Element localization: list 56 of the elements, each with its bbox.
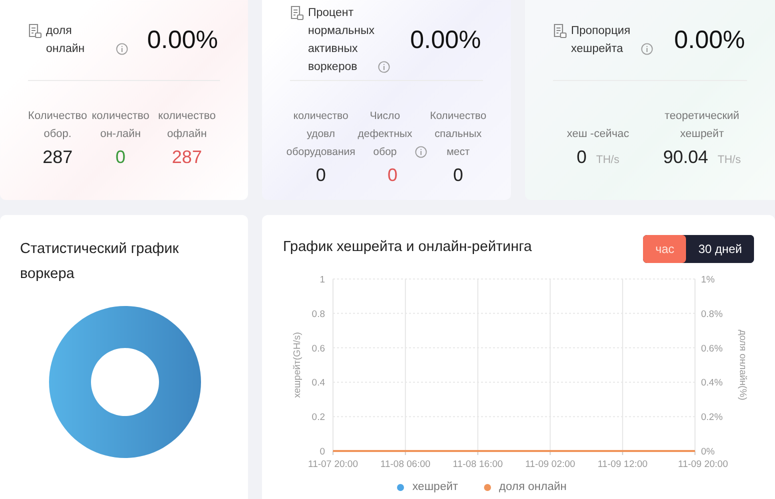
axis-tick-label: 1% (701, 274, 715, 286)
axis-tick-label: 0.6 (312, 343, 325, 354)
axis-tick-label: 11-09 20:00 (678, 459, 728, 470)
axis-title: хешрейт(GH/s) (292, 332, 303, 398)
axis-tick-label: 0.2% (701, 412, 723, 424)
stat-label: количество офлайн (157, 109, 217, 142)
chart-title: График хешрейта и онлайн-рейтинга (283, 238, 532, 257)
stat-label: количество он-лайн (90, 109, 150, 142)
document-icon (28, 23, 42, 39)
axis-tick-label: 11-09 12:00 (598, 459, 648, 470)
chart-title: Статистический график воркера (20, 240, 180, 284)
stat-label: теоретический хешрейт (664, 109, 740, 142)
legend-label[interactable]: хешрейт (412, 481, 458, 493)
axis-tick-label: 1 (320, 274, 325, 286)
axis-tick-label: 11-08 06:00 (380, 459, 430, 470)
axis-tick-label: 0 (320, 446, 325, 458)
axis-tick-label: 0.6% (701, 343, 723, 354)
info-icon[interactable] (415, 146, 428, 158)
axis-title: доля онлайн(%) (737, 330, 748, 400)
axis-tick-label: 0% (701, 446, 715, 458)
stat-value: 0 (576, 147, 587, 167)
axis-tick-label: 0.4 (312, 378, 325, 389)
axis-tick-label: 0.2 (312, 412, 325, 424)
stat-label: хеш -сейчас (566, 127, 630, 142)
axis-tick-label: 11-09 02:00 (525, 459, 576, 470)
stat-label: Число дефектных обор (358, 109, 412, 160)
stat-value: 287 (172, 147, 202, 167)
percentage-value: 0.00% (674, 26, 746, 54)
legend-label[interactable]: доля онлайн (499, 481, 567, 493)
axis-tick-label: 11-07 20:00 (308, 459, 358, 470)
unit-label: TH/s (596, 154, 620, 166)
card-title: доля онлайн (46, 24, 86, 57)
document-icon (553, 23, 567, 39)
info-icon[interactable] (378, 61, 390, 73)
info-icon[interactable] (116, 43, 128, 55)
axis-tick-label: 0.8 (312, 308, 325, 320)
axis-tick-label: 0.8% (701, 308, 723, 320)
info-icon[interactable] (641, 43, 653, 55)
stat-label: Количество обор. (28, 109, 88, 142)
percentage-value: 0.00% (147, 26, 219, 54)
stat-label: Количество спальных мест (428, 109, 488, 160)
card-title: Пропорция хешрейта (571, 24, 632, 57)
document-icon (290, 5, 304, 21)
stat-value: 0 (388, 165, 398, 185)
stat-value: 0 (453, 165, 464, 185)
period-tab[interactable]: час (643, 235, 686, 263)
stat-value: 287 (42, 147, 73, 167)
unit-label: TH/s (718, 154, 741, 166)
axis-tick-label: 11-08 16:00 (452, 459, 503, 470)
stat-label: количество удовл оборудования (285, 109, 356, 160)
percentage-value: 0.00% (410, 26, 482, 54)
stat-value: 0 (316, 165, 326, 185)
stat-value: 0 (116, 147, 126, 167)
axis-tick-label: 0.4% (701, 378, 723, 389)
stat-value: 90.04 (663, 147, 708, 167)
card-title: Процент нормальных активных воркеров (308, 6, 375, 75)
